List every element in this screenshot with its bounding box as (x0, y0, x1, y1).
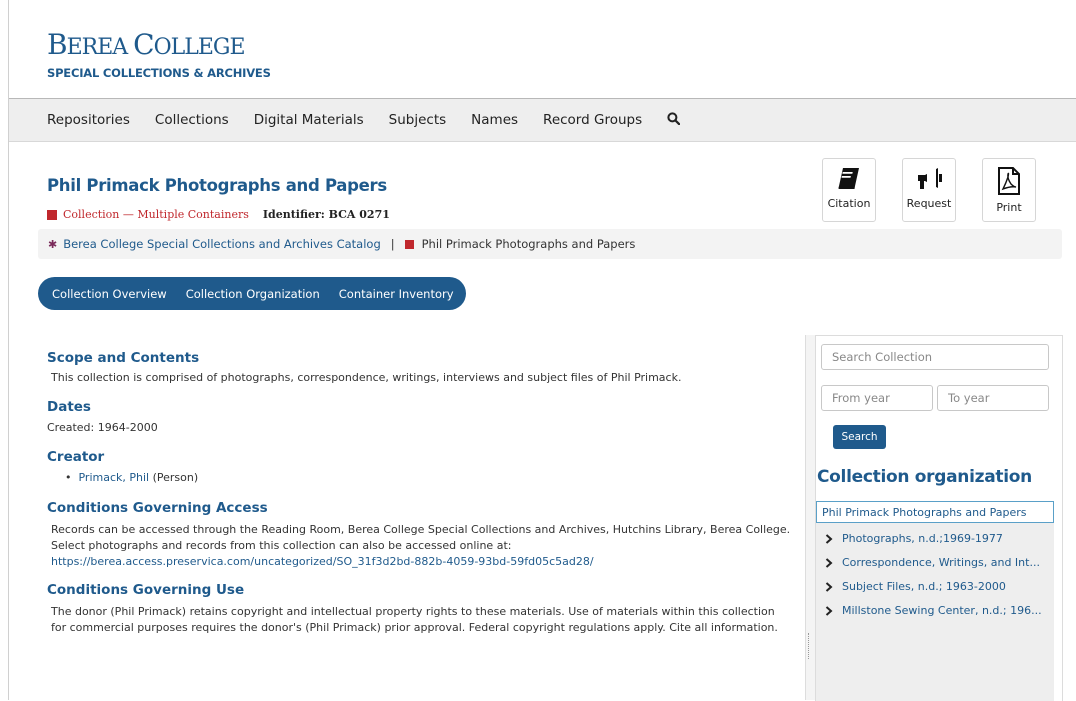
logo-subtitle: SPECIAL COLLECTIONS & ARCHIVES (47, 66, 271, 80)
tree-item-label: Millstone Sewing Center, n.d.; 196... (842, 604, 1042, 617)
nav-list: Repositories Collections Digital Materia… (47, 99, 681, 141)
tree-item[interactable]: Subject Files, n.d.; 1963-2000 (816, 575, 1054, 598)
collection-organization-heading: Collection organization (817, 467, 1032, 487)
citation-button[interactable]: Citation (822, 158, 876, 222)
page-title: Phil Primack Photographs and Papers (47, 176, 387, 195)
citation-label: Citation (827, 197, 871, 210)
nav-collections[interactable]: Collections (155, 112, 229, 128)
breadcrumb-separator: | (390, 237, 395, 251)
tab-collection-organization[interactable]: Collection Organization (186, 287, 320, 301)
main-content: Scope and Contents This collection is co… (47, 350, 792, 636)
dates-text: Created: 1964-2000 (47, 421, 158, 434)
collection-sidebar: Search Collection organization Phil Prim… (815, 335, 1063, 701)
search-button[interactable]: Search (833, 425, 886, 449)
breadcrumb: ✱ Berea College Special Collections and … (38, 229, 1062, 259)
breadcrumb-current: Phil Primack Photographs and Papers (421, 237, 636, 251)
from-year-input[interactable] (821, 385, 933, 411)
tab-collection-overview[interactable]: Collection Overview (52, 287, 167, 301)
scope-heading: Scope and Contents (47, 350, 200, 366)
tree-item-label: Photographs, n.d.;1969-1977 (842, 532, 1003, 545)
print-label: Print (996, 201, 1022, 214)
chevron-right-icon[interactable] (823, 557, 835, 568)
nav-subjects[interactable]: Subjects (389, 112, 447, 128)
record-actions: Citation Request Print (822, 158, 1062, 222)
scope-text: This collection is comprised of photogra… (51, 371, 682, 384)
record-tabs: Collection Overview Collection Organizat… (38, 277, 466, 310)
tree-item-label: Correspondence, Writings, and Int... (842, 556, 1040, 569)
nav-digital-materials[interactable]: Digital Materials (254, 112, 364, 128)
access-text: Records can be accessed through the Read… (51, 522, 792, 570)
record-meta: Collection — Multiple Containers Identif… (47, 208, 390, 221)
access-url-link[interactable]: https://berea.access.preservica.com/unca… (51, 555, 594, 568)
use-heading: Conditions Governing Use (47, 582, 245, 598)
archive-box-icon (404, 239, 414, 249)
use-text: The donor (Phil Primack) retains copyrig… (51, 605, 778, 634)
tree-root-item[interactable]: Phil Primack Photographs and Papers (816, 501, 1054, 523)
record-type-label: Collection — Multiple Containers (63, 208, 249, 221)
site-logo[interactable]: BEREA COLLEGE SPECIAL COLLECTIONS & ARCH… (47, 28, 271, 81)
nav-repositories[interactable]: Repositories (47, 112, 130, 128)
to-year-input[interactable] (937, 385, 1049, 411)
bullhorn-icon (918, 167, 942, 189)
search-icon[interactable] (667, 111, 681, 129)
search-collection-input[interactable] (821, 344, 1049, 370)
access-heading: Conditions Governing Access (47, 500, 268, 516)
chevron-right-icon[interactable] (823, 605, 835, 616)
archive-box-icon (47, 209, 57, 220)
logo-wordmark: BEREA COLLEGE (47, 28, 246, 61)
chevron-right-icon[interactable] (823, 581, 835, 592)
main-navbar: Repositories Collections Digital Materia… (9, 98, 1076, 142)
dates-heading: Dates (47, 399, 91, 415)
nav-names[interactable]: Names (471, 112, 518, 128)
home-icon: ✱ (48, 237, 58, 251)
pdf-file-icon (998, 167, 1020, 195)
access-body: Records can be accessed through the Read… (51, 523, 791, 552)
tree-item[interactable]: Photographs, n.d.;1969-1977 (816, 527, 1054, 550)
request-button[interactable]: Request (902, 158, 956, 222)
bullet: • (65, 471, 79, 484)
request-label: Request (906, 197, 952, 210)
collection-tree: Phil Primack Photographs and Papers Phot… (816, 501, 1054, 701)
creator-heading: Creator (47, 449, 105, 465)
record-identifier: Identifier: BCA 0271 (262, 208, 390, 221)
print-button[interactable]: Print (982, 158, 1036, 222)
chevron-right-icon[interactable] (823, 533, 835, 544)
tree-item[interactable]: Correspondence, Writings, and Int... (816, 551, 1054, 574)
nav-record-groups[interactable]: Record Groups (543, 112, 642, 128)
creator-link[interactable]: Primack, Phil (78, 471, 149, 484)
creator-role: (Person) (152, 471, 199, 484)
creator-list-item: • Primack, Phil (Person) (65, 470, 792, 486)
tree-item[interactable]: Millstone Sewing Center, n.d.; 196... (816, 599, 1054, 622)
tab-container-inventory[interactable]: Container Inventory (339, 287, 454, 301)
tree-item-label: Subject Files, n.d.; 1963-2000 (842, 580, 1006, 593)
breadcrumb-home-link[interactable]: Berea College Special Collections and Ar… (63, 237, 381, 251)
book-icon (838, 168, 859, 189)
